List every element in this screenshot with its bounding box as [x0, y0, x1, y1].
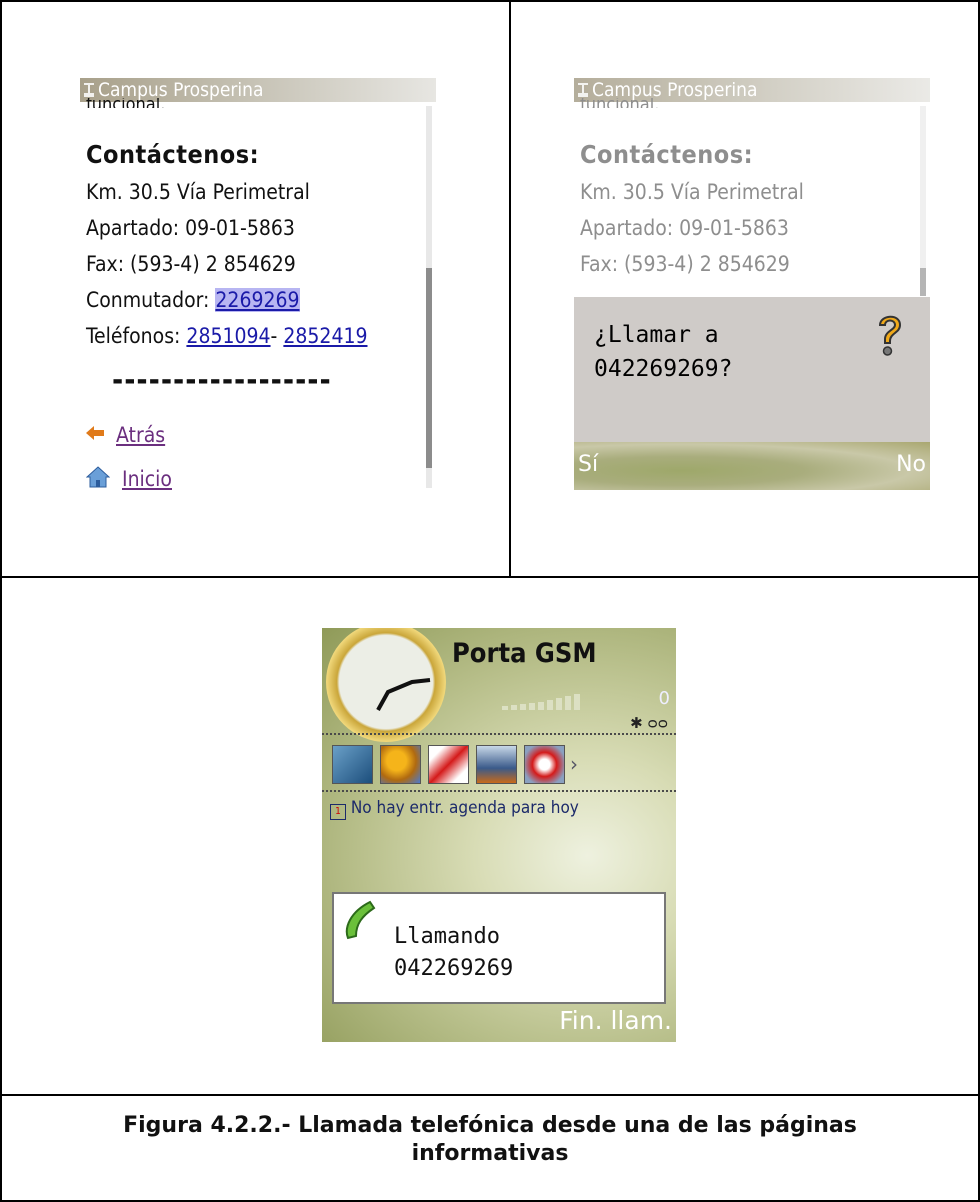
contact-heading: Contáctenos: — [86, 140, 260, 169]
caption-line-2: informativas — [411, 1141, 569, 1166]
phone-handset-icon — [345, 900, 376, 940]
back-arrow-icon — [86, 426, 104, 440]
dialog-line-1: ¿Llamar a — [594, 322, 719, 348]
separator-line: ------------------ — [112, 363, 332, 398]
po-box-text: Apartado: 09-01-5863 — [86, 216, 295, 240]
dotted-rule-bottom — [322, 790, 676, 792]
left-page-content: funcional. Contáctenos: Km. 30.5 Vía Per… — [85, 78, 426, 490]
home-icon — [85, 466, 111, 488]
left-scrollbar-thumb[interactable] — [426, 268, 432, 468]
cut-off-text: funcional. — [580, 98, 659, 108]
clock-hands-icon — [376, 678, 431, 711]
settings-app-icon[interactable] — [380, 745, 421, 784]
softkey-bar: Sí No — [574, 442, 930, 490]
signal-strength-icon — [502, 694, 580, 710]
question-icon — [878, 315, 902, 356]
softkey-yes[interactable]: Sí — [578, 452, 598, 477]
pdf-app-icon[interactable] — [428, 745, 469, 784]
left-phone-screen: Campus Prosperina funcional. Contáctenos… — [80, 78, 436, 490]
caption-line-1: Figura 4.2.2.- Llamada telefónica desde … — [123, 1113, 857, 1138]
cell-divider-vertical — [509, 0, 511, 578]
address-text: Km. 30.5 Vía Perimetral — [86, 180, 310, 204]
operator-name: Porta GSM — [452, 638, 597, 669]
agenda-text: No hay entr. agenda para hoy — [350, 798, 579, 818]
idle-phone-screen: Porta GSM 0 ✱ ᴑᴑ › 1 No hay entr. agenda… — [322, 628, 676, 1042]
po-box-text: Apartado: 09-01-5863 — [580, 216, 789, 240]
status-icons: ✱ ᴑᴑ — [630, 714, 668, 732]
home-link[interactable]: Inicio — [122, 467, 172, 490]
cell-divider-caption — [0, 1094, 980, 1096]
switchboard-number-link[interactable]: 2269269 — [215, 288, 300, 312]
more-apps-chevron-icon[interactable]: › — [570, 752, 578, 776]
phones-label: Teléfonos: — [86, 324, 187, 348]
back-row[interactable]: Atrás — [86, 422, 165, 448]
figure-caption: Figura 4.2.2.- Llamada telefónica desde … — [0, 1112, 980, 1168]
back-link[interactable]: Atrás — [116, 423, 165, 447]
right-scrollbar-thumb — [920, 268, 926, 296]
contact-heading: Contáctenos: — [580, 140, 754, 169]
media-app-icon[interactable] — [476, 745, 517, 784]
calendar-icon: 1 — [330, 804, 346, 820]
phones-row: Teléfonos: 2851094- 2852419 — [86, 323, 368, 349]
softkey-end-call[interactable]: Fin. llam. — [559, 1006, 672, 1035]
softkey-no[interactable]: No — [896, 452, 926, 477]
notes-app-icon[interactable] — [332, 745, 373, 784]
cut-off-text: funcional. — [86, 98, 165, 108]
agenda-row[interactable]: 1 No hay entr. agenda para hoy — [330, 798, 579, 820]
signal-value: 0 — [658, 688, 670, 709]
phone-2-link[interactable]: 2852419 — [283, 324, 367, 348]
cell-divider-top — [0, 576, 980, 578]
right-phone-screen: Campus Prosperina funcional. Contáctenos… — [574, 78, 930, 490]
address-text: Km. 30.5 Vía Perimetral — [580, 180, 804, 204]
dialog-line-2: 042269269? — [594, 356, 733, 382]
switchboard-row: Conmutador: 2269269 — [86, 287, 300, 313]
phone-separator: - — [270, 324, 284, 348]
phone-1-link[interactable]: 2851094 — [186, 324, 270, 348]
calling-number: 042269269 — [394, 956, 514, 981]
switchboard-label: Conmutador: — [86, 288, 216, 312]
right-page-content: funcional. Contáctenos: Km. 30.5 Vía Per… — [580, 78, 920, 298]
analog-clock-icon — [326, 628, 446, 742]
opera-app-icon[interactable] — [524, 745, 565, 784]
calling-label: Llamando — [394, 924, 500, 949]
fax-text: Fax: (593-4) 2 854629 — [86, 252, 296, 276]
fax-text: Fax: (593-4) 2 854629 — [580, 252, 790, 276]
dotted-rule-top — [322, 733, 676, 735]
call-confirm-dialog: ¿Llamar a 042269269? — [574, 296, 930, 443]
calling-popup: Llamando 042269269 — [332, 892, 666, 1004]
home-row[interactable]: Inicio — [85, 466, 172, 490]
